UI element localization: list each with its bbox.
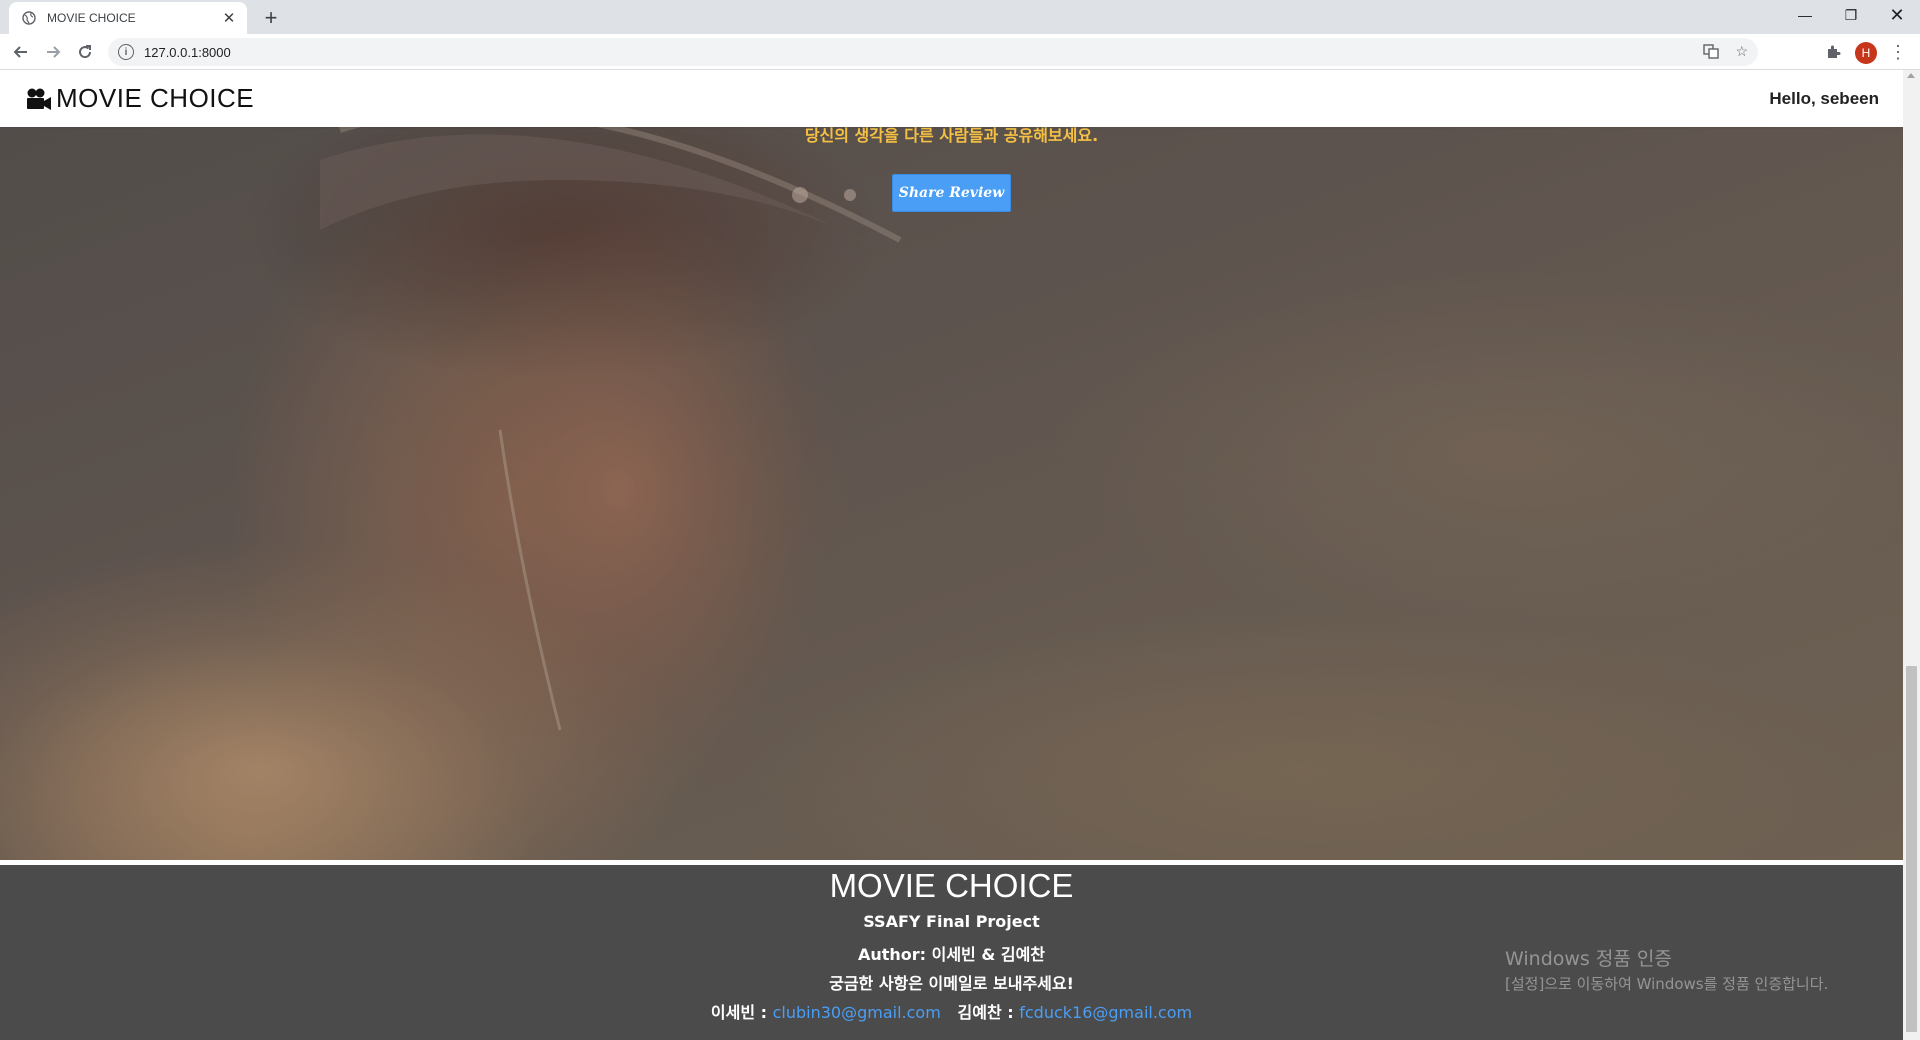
site-navbar: MOVIE CHOICE Hello, sebeen xyxy=(0,70,1903,127)
scroll-up-arrow-icon[interactable] xyxy=(1907,73,1915,78)
user-greeting[interactable]: Hello, sebeen xyxy=(1769,89,1879,109)
windows-activation-watermark: Windows 정품 인증 [설정]으로 이동하여 Windows를 정품 인증… xyxy=(1505,944,1828,994)
browser-tab[interactable]: MOVIE CHOICE ✕ xyxy=(9,2,247,34)
forward-button[interactable] xyxy=(39,38,67,66)
address-bar[interactable]: i 127.0.0.1:8000 ☆ xyxy=(108,38,1758,66)
tab-title: MOVIE CHOICE xyxy=(47,11,136,25)
page-scrollbar[interactable] xyxy=(1903,70,1920,1040)
brand-title: MOVIE CHOICE xyxy=(56,83,255,113)
info-icon[interactable]: i xyxy=(118,44,134,60)
extensions-icon[interactable] xyxy=(1819,38,1847,66)
reload-button[interactable] xyxy=(71,38,99,66)
globe-icon xyxy=(21,10,37,26)
scrollbar-thumb[interactable] xyxy=(1906,666,1917,1032)
back-button[interactable] xyxy=(7,38,35,66)
tab-strip: MOVIE CHOICE ✕ + — ❐ ✕ xyxy=(0,0,1920,34)
hero-background-image: 당신의 생각을 다른 사람들과 공유해보세요. Share Review xyxy=(0,70,1903,860)
video-camera-icon xyxy=(26,87,52,111)
author1-email-link[interactable]: clubin30@gmail.com xyxy=(773,1003,941,1022)
close-tab-icon[interactable]: ✕ xyxy=(221,10,237,26)
close-window-button[interactable]: ✕ xyxy=(1874,0,1920,30)
translate-icon[interactable] xyxy=(1703,43,1720,62)
watermark-subtitle: [설정]으로 이동하여 Windows를 정품 인증합니다. xyxy=(1505,975,1829,993)
url-text: 127.0.0.1:8000 xyxy=(144,44,231,60)
page-viewport: 당신의 생각을 다른 사람들과 공유해보세요. Share Review MOV… xyxy=(0,70,1920,1040)
brand-logo-link[interactable]: MOVIE CHOICE xyxy=(26,83,254,114)
restore-button[interactable]: ❐ xyxy=(1828,0,1874,30)
profile-avatar[interactable]: H xyxy=(1855,42,1877,64)
footer-title: MOVIE CHOICE xyxy=(829,867,1074,904)
new-tab-button[interactable]: + xyxy=(259,6,283,30)
author1-label: 이세빈 : xyxy=(710,1003,768,1022)
minimize-button[interactable]: — xyxy=(1782,0,1828,30)
browser-toolbar: i 127.0.0.1:8000 ☆ H ⋮ xyxy=(0,34,1920,70)
author2-label: 김예찬 : xyxy=(957,1003,1014,1022)
share-review-button[interactable]: Share Review xyxy=(892,174,1011,212)
footer-contacts: 이세빈 : clubin30@gmail.com 김예찬 : fcduck16@… xyxy=(0,999,1903,1023)
bookmark-star-icon[interactable]: ☆ xyxy=(1735,43,1748,62)
author2-email-link[interactable]: fcduck16@gmail.com xyxy=(1019,1003,1192,1022)
watermark-title: Windows 정품 인증 xyxy=(1505,948,1672,970)
footer-project: SSAFY Final Project xyxy=(863,912,1040,931)
menu-kebab-icon[interactable]: ⋮ xyxy=(1884,38,1912,66)
